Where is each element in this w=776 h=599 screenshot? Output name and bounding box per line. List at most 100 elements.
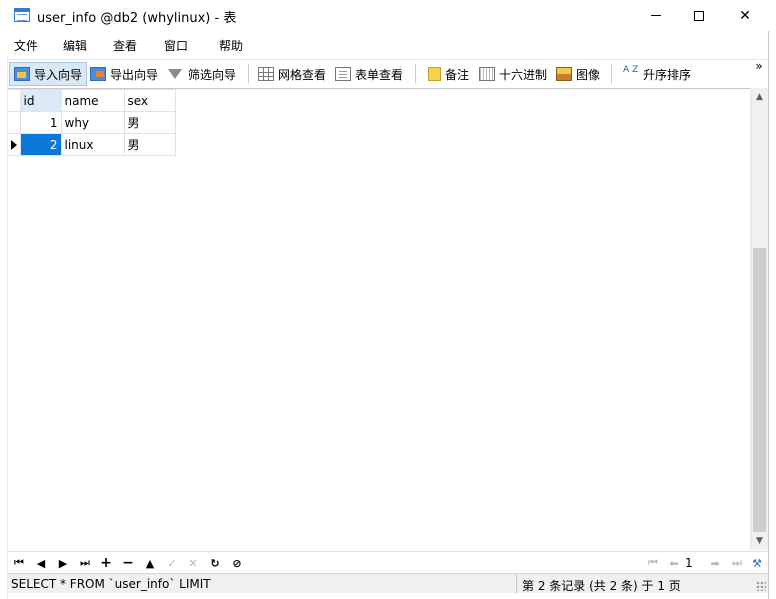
import-wizard-label: 导入向导 [34, 67, 83, 82]
note-icon [428, 67, 441, 81]
record-navigation-bar: ⏮ ◀ ▶ ⏭ + − ▲ ✓ ✕ ↻ ⊘ ⏮ ⬅ 1 ➡ ⏭ ⚒ [8, 551, 768, 573]
settings-button[interactable]: ⚒ [747, 554, 767, 572]
vertical-scrollbar[interactable]: ▲ ▼ [750, 88, 768, 550]
hex-button[interactable]: 十六进制 [475, 62, 551, 86]
next-record-icon: ▶ [58, 556, 68, 570]
image-button[interactable]: 图像 [552, 62, 604, 86]
export-wizard-button[interactable]: 导出向导 [86, 62, 162, 86]
next-record-button[interactable]: ▶ [53, 554, 73, 572]
form-view-button[interactable]: 表单查看 [331, 62, 407, 86]
column-header-sex[interactable]: sex [123, 89, 176, 112]
hex-label: 十六进制 [499, 67, 548, 82]
scrollbar-thumb[interactable] [753, 248, 766, 532]
menu-help[interactable]: 帮助 [219, 37, 243, 54]
status-sql-text: SELECT * FROM `user_info` LIMIT [11, 577, 211, 591]
maximize-button[interactable] [676, 0, 722, 31]
column-header-id[interactable]: id [19, 89, 62, 112]
status-record-info: 第 2 条记录 (共 2 条) 于 1 页 [522, 579, 681, 593]
menu-view[interactable]: 查看 [113, 37, 137, 54]
filter-icon [168, 69, 182, 79]
next-page-icon: ➡ [710, 556, 720, 570]
last-page-button[interactable]: ⏭ [727, 554, 747, 572]
grid-view-button[interactable]: 网格查看 [254, 62, 330, 86]
menu-window[interactable]: 窗口 [164, 37, 188, 54]
image-label: 图像 [576, 67, 601, 82]
table-header-row: id name sex [8, 89, 176, 112]
scroll-up-arrow-icon[interactable]: ▲ [751, 89, 768, 105]
check-icon: ✓ [167, 556, 177, 570]
cell-name[interactable]: why [60, 111, 125, 134]
title-bar: user_info @db2 (whylinux) - 表 ✕ [0, 0, 776, 31]
previous-page-icon: ⬅ [669, 556, 679, 570]
current-row-pointer-icon [11, 139, 17, 150]
menu-bar: 文件 编辑 查看 窗口 帮助 [0, 31, 768, 57]
table-editor-window: user_info @db2 (whylinux) - 表 ✕ 文件 编辑 查看… [0, 0, 776, 599]
first-record-icon: ⏮ [14, 556, 24, 569]
table-icon [14, 8, 30, 22]
maximize-icon [694, 10, 704, 21]
next-page-button[interactable]: ➡ [705, 554, 725, 572]
row-indicator[interactable] [8, 111, 21, 134]
add-record-button[interactable]: + [96, 554, 116, 572]
resize-grip-icon[interactable] [756, 581, 766, 591]
tools-icon: ⚒ [752, 556, 762, 570]
scroll-down-arrow-icon[interactable]: ▼ [751, 533, 768, 549]
minimize-icon [651, 15, 661, 16]
previous-record-icon: ◀ [36, 556, 46, 570]
note-label: 备注 [445, 67, 470, 82]
filter-wizard-label: 筛选向导 [188, 67, 237, 82]
first-page-button[interactable]: ⏮ [643, 554, 663, 572]
table-row-selected[interactable]: 2 linux 男 [8, 133, 176, 156]
note-button[interactable]: 备注 [424, 62, 473, 86]
refresh-button[interactable]: ↻ [205, 554, 225, 572]
window-frame-right [768, 31, 776, 599]
refresh-icon: ↻ [210, 556, 220, 570]
discard-button[interactable]: ✕ [183, 554, 203, 572]
last-record-button[interactable]: ⏭ [75, 554, 95, 572]
cell-sex[interactable]: 男 [123, 133, 176, 156]
hex-icon [479, 67, 495, 81]
import-wizard-button[interactable]: 导入向导 [9, 62, 88, 86]
toolbar-separator [415, 64, 416, 84]
previous-page-button[interactable]: ⬅ [664, 554, 684, 572]
toolbar-overflow-button[interactable]: » [754, 59, 764, 73]
first-record-button[interactable]: ⏮ [9, 554, 29, 572]
close-icon: ✕ [739, 7, 751, 24]
stop-button[interactable]: ⊘ [227, 554, 247, 572]
grid-view-icon [258, 67, 274, 81]
data-grid[interactable]: id name sex 1 why 男 2 linux 男 [8, 88, 750, 550]
toolbar-separator [248, 64, 249, 84]
toolbar-separator [611, 64, 612, 84]
cell-name[interactable]: linux [60, 133, 125, 156]
sort-ascending-label: 升序排序 [643, 67, 692, 82]
menu-edit[interactable]: 编辑 [63, 37, 87, 54]
filter-wizard-button[interactable]: 筛选向导 [164, 62, 240, 86]
minimize-button[interactable] [633, 0, 679, 31]
table-row[interactable]: 1 why 男 [8, 111, 176, 134]
cell-sex[interactable]: 男 [123, 111, 176, 134]
plus-icon: + [100, 555, 112, 571]
cancel-icon: ✕ [188, 556, 198, 570]
chevron-double-right-icon: » [755, 59, 763, 73]
apply-changes-button[interactable]: ▲ [140, 554, 160, 572]
last-record-icon: ⏭ [80, 556, 90, 569]
row-indicator[interactable] [8, 133, 21, 156]
status-divider [516, 574, 517, 594]
toolbar: 导入向导 导出向导 筛选向导 网格查看 表单查看 备注 十六进制 图像 A Z … [8, 59, 768, 87]
form-view-icon [335, 67, 351, 81]
menu-file[interactable]: 文件 [14, 37, 38, 54]
cell-id[interactable]: 1 [19, 111, 62, 134]
close-button[interactable]: ✕ [722, 0, 768, 31]
delete-record-button[interactable]: − [118, 554, 138, 572]
triangle-up-icon: ▲ [145, 556, 155, 570]
stop-icon: ⊘ [232, 556, 242, 570]
cell-id[interactable]: 2 [19, 133, 62, 156]
status-bar: SELECT * FROM `user_info` LIMIT 第 2 条记录 … [8, 573, 768, 594]
export-wizard-icon [90, 67, 106, 81]
last-page-icon: ⏭ [732, 556, 742, 569]
column-header-name[interactable]: name [60, 89, 125, 112]
confirm-button[interactable]: ✓ [162, 554, 182, 572]
sort-ascending-button[interactable]: A Z 升序排序 [619, 62, 695, 86]
previous-record-button[interactable]: ◀ [31, 554, 51, 572]
image-icon [556, 67, 572, 81]
